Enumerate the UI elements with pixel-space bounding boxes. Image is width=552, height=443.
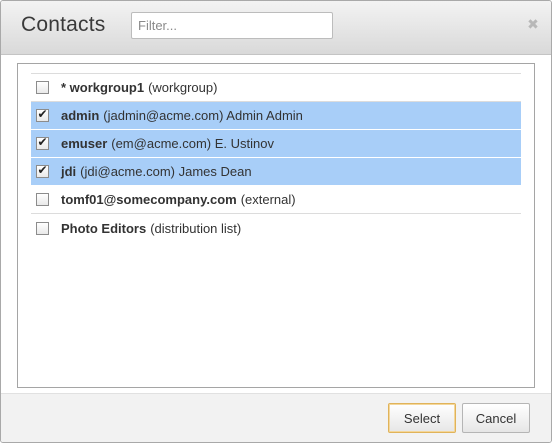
- close-icon[interactable]: ✖: [527, 17, 539, 31]
- contacts-dialog: Contacts ✖ * workgroup1 (workgroup) ✔ ad…: [0, 0, 552, 443]
- check-icon: ✔: [37, 163, 48, 177]
- contact-name: tomf01@somecompany.com: [61, 192, 237, 207]
- dialog-footer: Select Cancel: [1, 393, 551, 442]
- contact-row-photo-editors[interactable]: Photo Editors (distribution list): [31, 214, 521, 242]
- contact-name: * workgroup1: [61, 80, 145, 95]
- contact-name: emuser: [61, 136, 108, 151]
- filter-input[interactable]: [131, 12, 333, 39]
- contact-detail: (jadmin@acme.com) Admin Admin: [103, 108, 303, 123]
- contact-row-jdi[interactable]: ✔ jdi (jdi@acme.com) James Dean: [31, 158, 521, 186]
- contact-checkbox[interactable]: ✔: [36, 135, 49, 150]
- contact-name: admin: [61, 108, 100, 123]
- contact-detail: (external): [240, 192, 296, 207]
- select-button[interactable]: Select: [388, 403, 456, 433]
- contact-checkbox[interactable]: ✔: [36, 107, 49, 122]
- contact-name: Photo Editors: [61, 220, 147, 236]
- cancel-button[interactable]: Cancel: [462, 403, 530, 433]
- contact-detail: (distribution list): [150, 220, 242, 236]
- contact-checkbox[interactable]: [36, 81, 49, 94]
- check-icon: ✔: [37, 107, 48, 121]
- contact-row-emuser[interactable]: ✔ emuser (em@acme.com) E. Ustinov: [31, 130, 521, 158]
- contacts-list: * workgroup1 (workgroup) ✔ admin (jadmin…: [31, 73, 521, 242]
- contact-detail: (workgroup): [148, 80, 218, 95]
- contact-checkbox[interactable]: [36, 193, 49, 206]
- contact-row-admin[interactable]: ✔ admin (jadmin@acme.com) Admin Admin: [31, 102, 521, 130]
- contact-checkbox[interactable]: [36, 221, 49, 235]
- contact-detail: (em@acme.com) E. Ustinov: [111, 136, 274, 151]
- contact-row-tomf01[interactable]: tomf01@somecompany.com (external): [31, 186, 521, 214]
- contact-checkbox[interactable]: ✔: [36, 163, 49, 178]
- contact-name: jdi: [61, 164, 77, 179]
- contacts-list-panel[interactable]: * workgroup1 (workgroup) ✔ admin (jadmin…: [17, 63, 535, 388]
- contact-detail: (jdi@acme.com) James Dean: [80, 164, 252, 179]
- dialog-title: Contacts: [21, 13, 106, 36]
- dialog-header: Contacts ✖: [1, 1, 551, 55]
- check-icon: ✔: [37, 135, 48, 149]
- contact-row-workgroup1[interactable]: * workgroup1 (workgroup): [31, 74, 521, 102]
